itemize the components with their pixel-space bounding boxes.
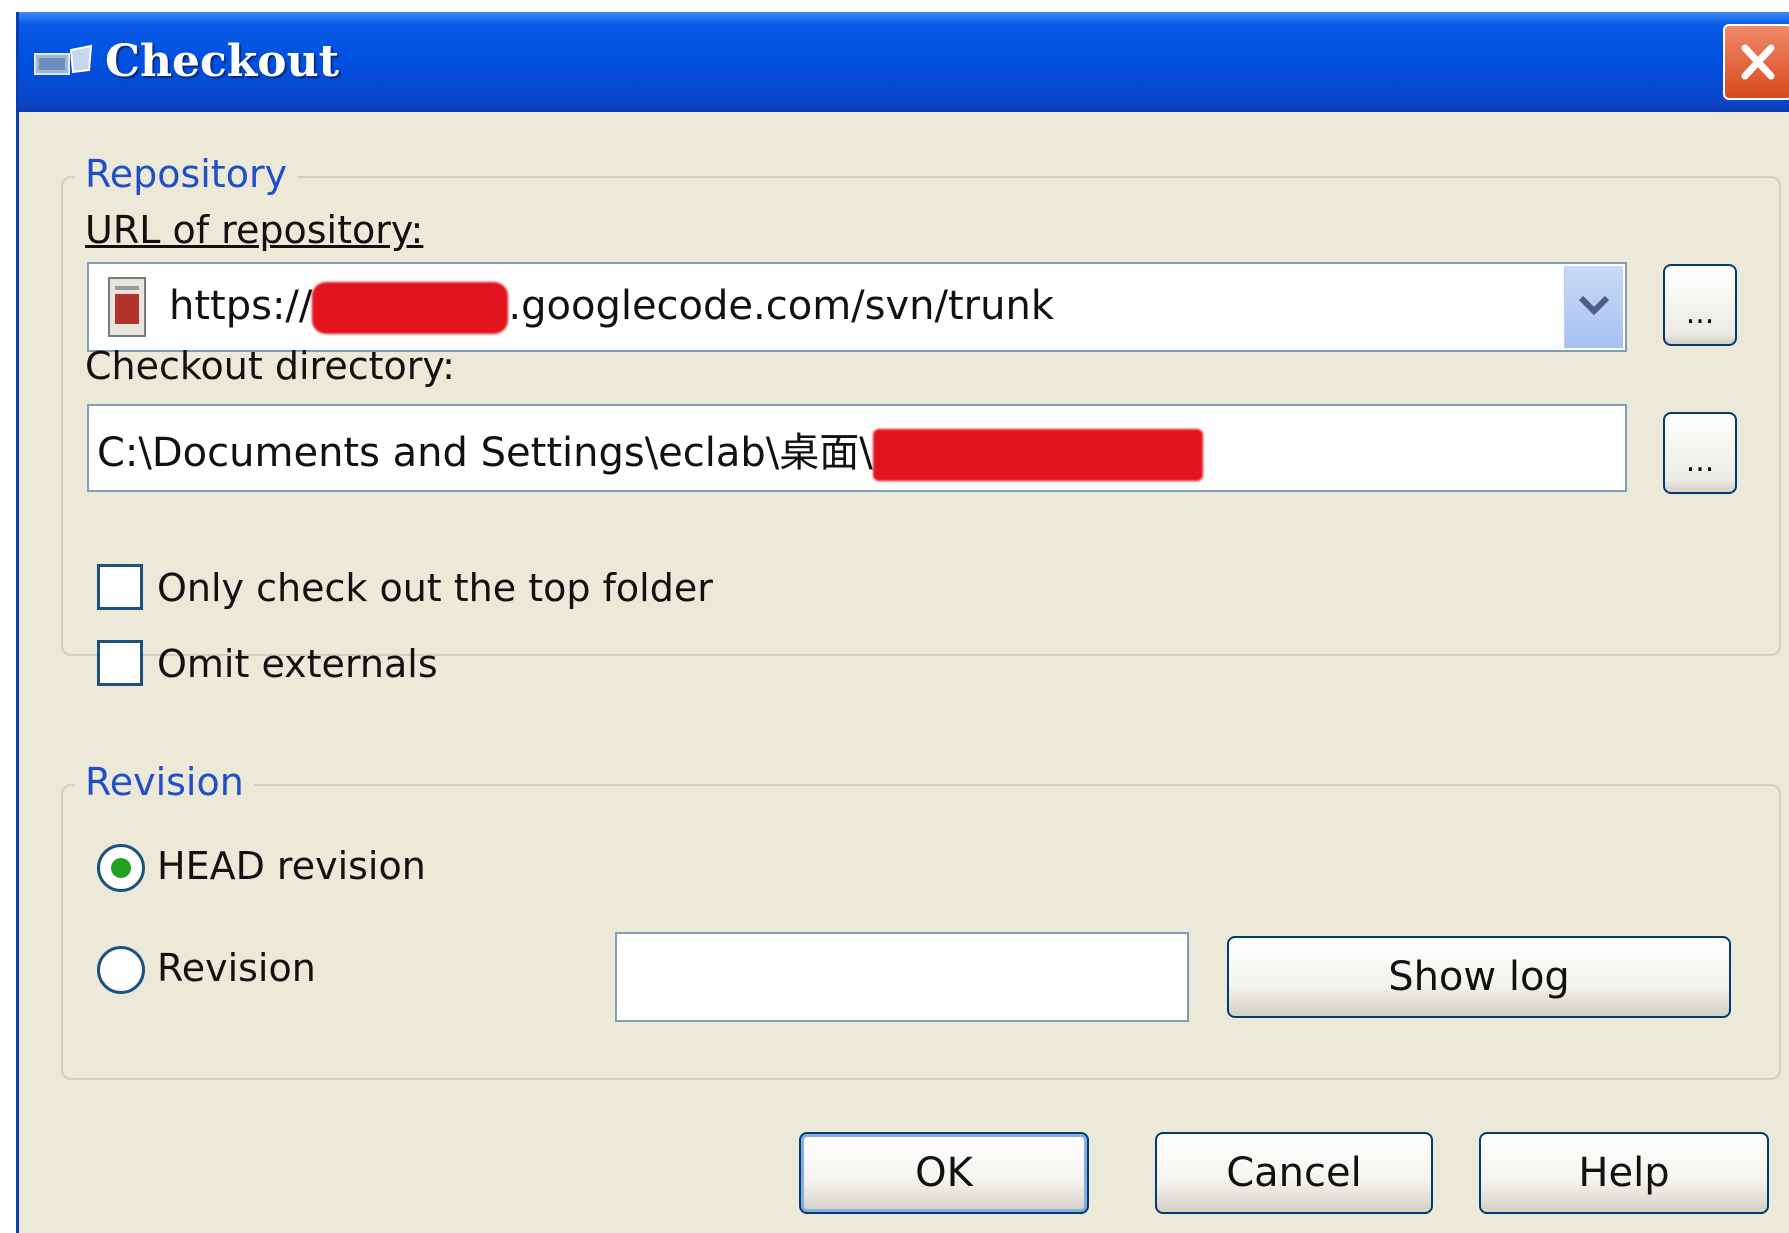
- url-value[interactable]: https:// .googlecode.com/svn/trunk: [169, 282, 1054, 334]
- chevron-down-icon: [1578, 295, 1610, 316]
- help-button[interactable]: Help: [1479, 1132, 1769, 1214]
- url-label: URL of repository:: [85, 208, 423, 252]
- revision-label[interactable]: Revision: [157, 946, 316, 990]
- checkout-dialog: Checkout Repository URL of repository: h…: [16, 12, 1789, 1233]
- checkout-dir-value: C:\Documents and Settings\eclab\桌面\: [97, 430, 873, 476]
- head-revision-radio[interactable]: [97, 844, 145, 892]
- radio-selected-dot: [111, 858, 131, 878]
- url-browse-button[interactable]: ...: [1663, 264, 1737, 346]
- title-bar[interactable]: Checkout: [19, 12, 1789, 112]
- window-title: Checkout: [105, 36, 339, 87]
- redaction-mark: [312, 282, 509, 334]
- dir-browse-button[interactable]: ...: [1663, 412, 1737, 494]
- only-top-folder-checkbox[interactable]: [97, 564, 143, 610]
- show-log-button[interactable]: Show log: [1227, 936, 1731, 1018]
- checkout-dir-input[interactable]: C:\Documents and Settings\eclab\桌面\: [87, 404, 1627, 492]
- url-combobox[interactable]: https:// .googlecode.com/svn/trunk: [87, 262, 1627, 352]
- url-dropdown-button[interactable]: [1564, 266, 1623, 348]
- dir-label: Checkout directory:: [85, 344, 455, 388]
- repository-legend: Repository: [75, 152, 298, 196]
- revision-input[interactable]: [615, 932, 1189, 1022]
- cancel-button[interactable]: Cancel: [1155, 1132, 1433, 1214]
- revision-radio[interactable]: [97, 946, 145, 994]
- app-icon: [33, 44, 95, 82]
- url-prefix: https://: [169, 283, 313, 329]
- close-button[interactable]: [1723, 24, 1789, 100]
- file-icon: [103, 274, 151, 340]
- ok-button[interactable]: OK: [799, 1132, 1089, 1214]
- url-suffix: .googlecode.com/svn/trunk: [508, 283, 1054, 329]
- omit-externals-checkbox[interactable]: [97, 640, 143, 686]
- url-label-text: URL of repository:: [85, 208, 424, 252]
- only-top-folder-label[interactable]: Only check out the top folder: [157, 566, 713, 610]
- head-revision-label[interactable]: HEAD revision: [157, 844, 426, 888]
- omit-externals-label[interactable]: Omit externals: [157, 642, 438, 686]
- revision-legend: Revision: [75, 760, 254, 804]
- close-icon: [1741, 44, 1775, 80]
- redaction-mark: [872, 429, 1203, 481]
